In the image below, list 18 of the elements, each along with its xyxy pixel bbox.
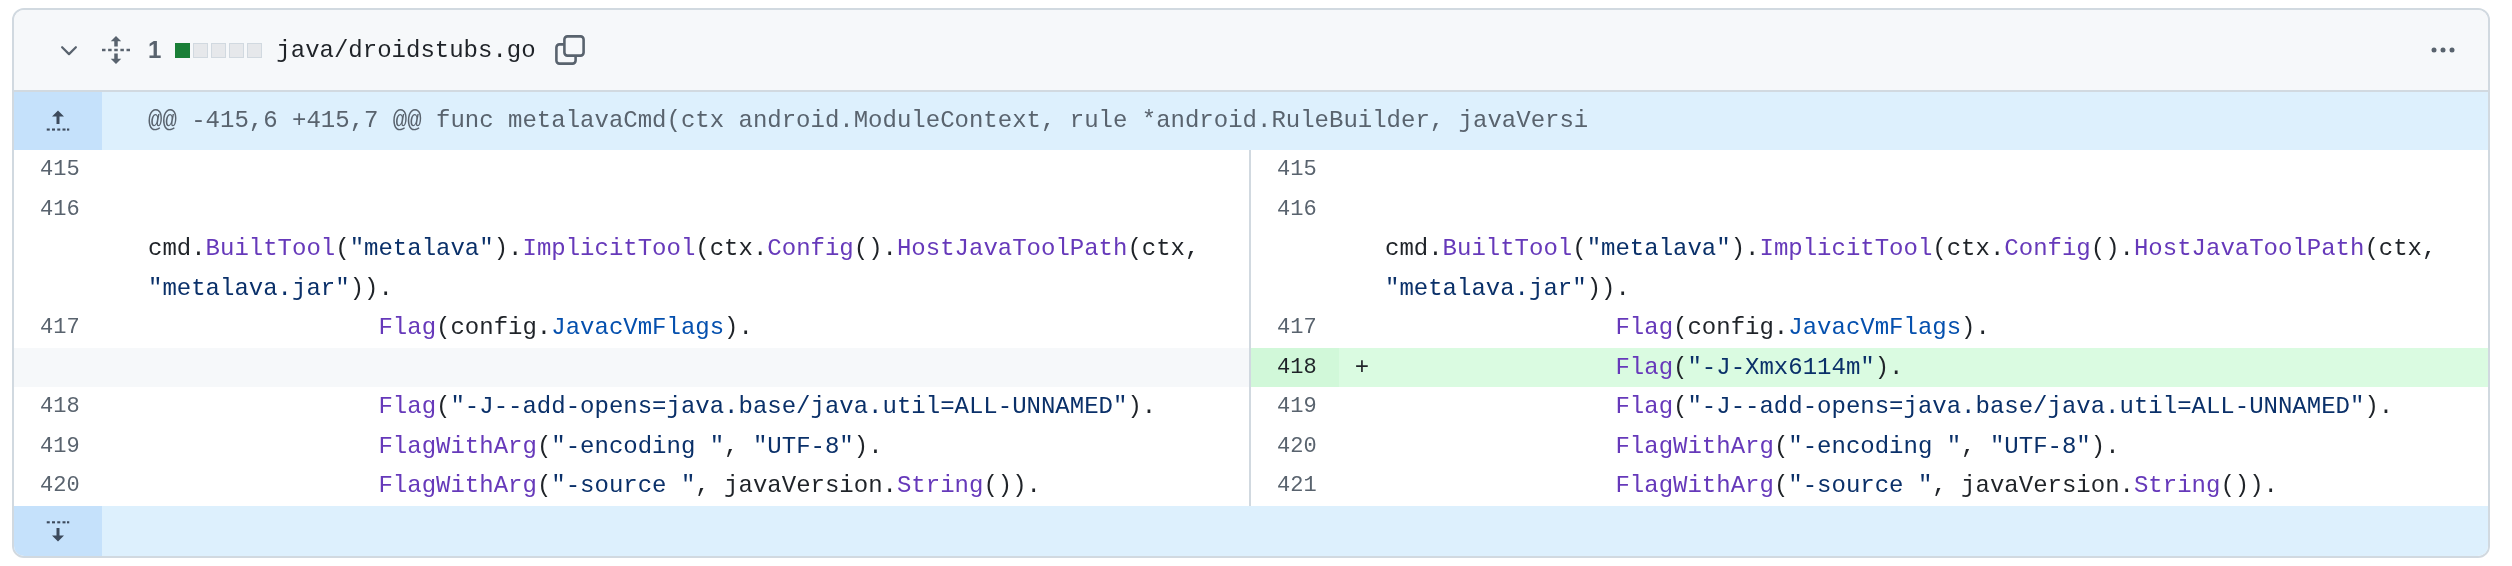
code-line: Flag(config.JavacVmFlags). [1614,314,1990,341]
code-line: FlagWithArg("-encoding ", "UTF-8"). [1614,432,2120,460]
code-line: Flag(config.JavacVmFlags). [377,314,753,341]
change-count: 1 [148,36,162,64]
code-line: FlagWithArg("-encoding ", "UTF-8"). [377,432,883,460]
expand-down-icon[interactable] [45,518,71,543]
code-line: Flag("-J-Xmx6114m"). [1614,353,1904,381]
code-line: Flag("-J--add-opens=java.base/java.util=ALL-UNNAMED"). [377,393,1157,420]
hunk-header: @@ -415,6 +415,7 @@ func metalavaCmd(ctx android.ModuleContext, rule *android.RuleBuilder, javaVersi [102,92,2488,150]
code-line: FlagWithArg("-source ", javaVersion.String()). [377,472,1041,499]
file-path[interactable]: java/droidstubs.go [276,36,536,64]
code-line: FlagWithArg("-source ", javaVersion.String()). [1614,472,2278,499]
code-line: cmd.BuiltTool("metalava").ImplicitTool(ctx.Config().HostJavaToolPath(ctx, "metalava.jar")). [148,234,1201,302]
code-line: cmd.BuiltTool("metalava").ImplicitTool(ctx.Config().HostJavaToolPath(ctx, "metalava.jar")). [1385,234,2438,302]
expand-up-icon[interactable] [45,109,71,133]
code-line: Flag("-J--add-opens=java.base/java.util=ALL-UNNAMED"). [1614,393,2394,420]
line-number: 418 [1251,347,1339,387]
diff-marker: + [1354,353,1370,381]
